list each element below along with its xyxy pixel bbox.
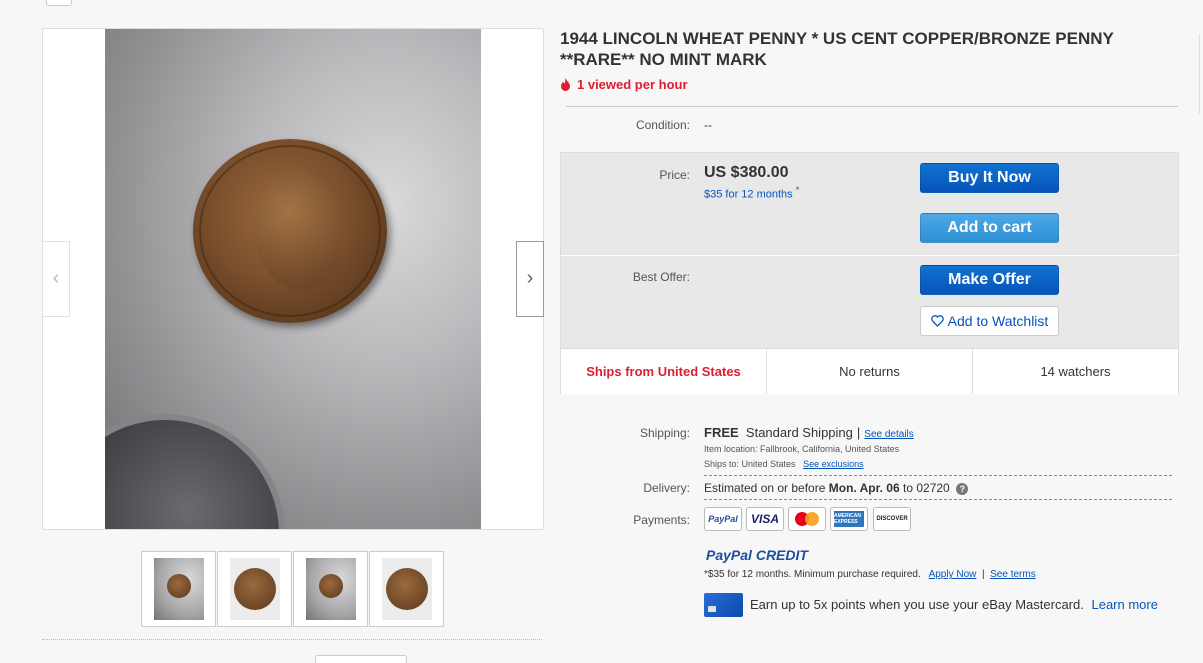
see-terms-link[interactable]: See terms	[990, 569, 1036, 580]
delivery-prefix: Estimated on or before	[704, 481, 826, 495]
background-plate	[105, 414, 285, 529]
paypal-credit-terms-text: *$35 for 12 months. Minimum purchase req…	[704, 569, 921, 580]
discover-icon: DISCOVER	[873, 507, 911, 531]
ships-to-text: Ships to: United States	[704, 459, 796, 469]
item-location: Item location: Fallbrook, California, Un…	[704, 444, 900, 454]
mastercard-promo-text: Earn up to 5x points when you use your e…	[750, 597, 1084, 612]
add-to-watchlist-button[interactable]: Add to Watchlist	[920, 306, 1059, 336]
link-separator: |	[981, 569, 985, 580]
price-value: US $380.00	[704, 164, 789, 181]
shipping-separator: |	[856, 425, 861, 440]
image-gallery: ‹ ›	[42, 28, 544, 530]
listing-title: 1944 LINCOLN WHEAT PENNY * US CENT COPPE…	[560, 29, 1114, 69]
learn-more-link[interactable]: Learn more	[1091, 597, 1157, 612]
see-exclusions-link[interactable]: See exclusions	[803, 459, 864, 469]
paypal-credit-brand-a: PayPal	[706, 547, 752, 563]
paypal-icon: PayPal	[704, 507, 742, 531]
make-offer-button[interactable]: Make Offer	[920, 265, 1059, 295]
shipping-label: Shipping:	[639, 426, 690, 440]
delivery-date: Mon. Apr. 06	[828, 481, 900, 495]
main-product-image[interactable]	[105, 29, 481, 529]
ships-to: Ships to: United States See exclusions	[704, 459, 864, 469]
watchlist-label: Add to Watchlist	[947, 313, 1049, 329]
mastercard-promo: Earn up to 5x points when you use your e…	[750, 597, 1158, 612]
watchers-count: 14 watchers	[972, 349, 1178, 394]
gallery-prev-button[interactable]: ‹	[42, 241, 70, 317]
finance-mark: *	[795, 185, 800, 195]
see-details-link[interactable]: See details	[864, 429, 913, 440]
thumbnail[interactable]	[217, 551, 292, 627]
thumbnail[interactable]	[293, 551, 368, 627]
finance-offer[interactable]: $35 for 12 months *	[704, 185, 799, 201]
best-offer-label: Best Offer:	[632, 270, 690, 284]
visa-icon: VISA	[746, 507, 784, 531]
flame-icon	[561, 78, 570, 91]
heart-icon	[930, 315, 944, 327]
help-icon[interactable]: ?	[956, 482, 969, 495]
paypal-credit-logo: PayPal CREDIT	[706, 547, 808, 563]
delivery-label: Delivery:	[643, 481, 690, 495]
chevron-left-icon: ‹	[52, 267, 60, 289]
chevron-right-icon: ›	[526, 267, 534, 289]
ebay-mastercard-icon	[704, 593, 743, 617]
bottom-tab-stub	[315, 655, 407, 663]
paypal-credit-brand-b: CREDIT	[755, 547, 808, 563]
ships-info-bar: Ships from United States No returns 14 w…	[561, 348, 1178, 394]
shipping-free: FREE	[704, 425, 739, 440]
divider	[704, 499, 1172, 500]
price-label: Price:	[659, 168, 690, 182]
ships-from: Ships from United States	[586, 364, 741, 379]
apply-now-link[interactable]: Apply Now	[929, 569, 977, 580]
condition-label: Condition:	[635, 118, 690, 132]
mastercard-icon	[788, 507, 826, 531]
finance-text[interactable]: $35 for 12 months	[704, 189, 793, 201]
top-tab-stub	[46, 0, 72, 6]
condition-value: --	[704, 118, 712, 132]
divider	[704, 475, 1172, 476]
divider	[566, 106, 1178, 107]
gallery-next-button[interactable]: ›	[516, 241, 544, 317]
viewed-indicator: 1 viewed per hour	[560, 77, 688, 92]
divider	[42, 639, 542, 640]
returns-policy: No returns	[766, 349, 972, 394]
shipping-method: Standard Shipping	[745, 425, 853, 440]
amex-icon: AMERICAN EXPRESS	[830, 507, 868, 531]
thumbnail-strip	[141, 551, 444, 627]
delivery-estimate: Estimated on or before Mon. Apr. 06 to 0…	[704, 481, 969, 495]
delivery-zip: to 02720	[903, 481, 950, 495]
payments-label: Payments:	[633, 513, 690, 527]
buy-it-now-button[interactable]: Buy It Now	[920, 163, 1059, 193]
add-to-cart-button[interactable]: Add to cart	[920, 213, 1059, 243]
buy-box: Price: US $380.00 $35 for 12 months * Bu…	[560, 152, 1179, 394]
thumbnail[interactable]	[369, 551, 444, 627]
shipping-summary: FREE Standard Shipping | See details	[704, 425, 914, 440]
penny-coin	[193, 139, 387, 323]
viewed-text: 1 viewed per hour	[577, 77, 688, 92]
thumbnail[interactable]	[141, 551, 216, 627]
paypal-credit-note: *$35 for 12 months. Minimum purchase req…	[704, 569, 1036, 580]
right-panel-edge	[1199, 34, 1200, 114]
